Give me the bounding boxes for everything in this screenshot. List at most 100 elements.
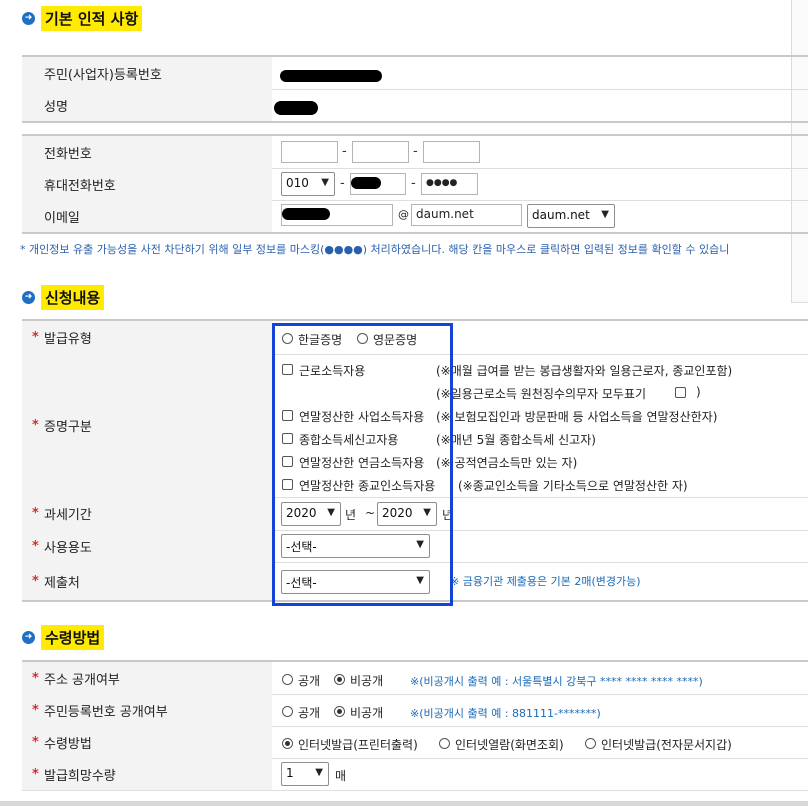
issue-type-korean-radio[interactable] (282, 333, 293, 344)
method-view-radio[interactable] (439, 738, 450, 749)
tax-period-from-value: 2020 (286, 506, 317, 520)
required-mark: * (32, 538, 39, 554)
apply-table: * 발급유형 한글증명 영문증명 * 증명구분 근로소득자용 (※매월 급여를 받는… (22, 319, 808, 602)
required-mark: * (32, 670, 39, 686)
reg-no-label: 주민(사업자)등록번호 (44, 67, 162, 83)
cert-earned-income-note: (※매월 급여를 받는 봉급생활자와 일용근로자, 종교인포함) (436, 364, 733, 378)
cert-earned-income-checkbox[interactable] (282, 364, 293, 375)
email-domain-select-value: daum.net (532, 208, 590, 222)
addr-public-radio[interactable] (282, 674, 293, 685)
mobile-row: 휴대전화번호 010 ▼ - - ●●●● (22, 168, 808, 201)
required-mark: * (32, 702, 39, 718)
tilde: ~ (365, 506, 376, 520)
mobile-dash-2: - (411, 176, 416, 191)
issue-type-english-radio[interactable] (357, 333, 368, 344)
required-mark: * (32, 330, 39, 345)
mobile-middle-redacted (351, 177, 381, 189)
chevron-down-icon: ▼ (601, 209, 609, 220)
method-print-label: 인터넷발급(프린터출력) (298, 738, 418, 752)
cert-business-income-label: 연말정산한 사업소득자용 (299, 410, 425, 424)
cert-global-income-label: 종합소득세신고자용 (299, 433, 399, 447)
phone-dash-2: - (413, 144, 418, 159)
masking-notice: * 개인정보 유출 가능성을 사전 차단하기 위해 일부 정보를 마스킹(●●●… (20, 243, 730, 256)
reg-no-row: 주민(사업자)등록번호 (22, 57, 808, 90)
cert-pension-income-note: (※ 공적연금소득만 있는 자) (436, 456, 578, 470)
submit-to-row: * 제출처 -선택- ▼ ※ 금융기관 제출용은 기본 2매(변경가능) (22, 562, 808, 602)
required-mark: * (32, 766, 39, 782)
method-view-label: 인터넷열람(화면조회) (455, 738, 564, 752)
cert-business-income-note: (※ 보험모집인과 방문판매 등 사업소득을 연말정산한자) (436, 410, 718, 424)
section-basic-header: ➜ 기본 인적 사항 (22, 5, 143, 31)
issue-type-korean-label: 한글증명 (298, 333, 343, 347)
mobile-prefix-select[interactable]: 010 ▼ (281, 172, 335, 196)
cert-pension-income-checkbox[interactable] (282, 456, 293, 467)
method-wallet-radio[interactable] (585, 738, 596, 749)
phone-part3-input[interactable] (423, 141, 480, 163)
issue-count-value: 1 (286, 766, 294, 780)
mobile-last-input[interactable]: ●●●● (421, 173, 478, 195)
addr-private-radio[interactable] (334, 674, 345, 685)
required-mark: * (32, 418, 39, 433)
chevron-down-icon: ▼ (321, 177, 329, 188)
submit-to-note: ※ 금융기관 제출용은 기본 2매(변경가능) (450, 575, 641, 588)
rrn-disclose-row: * 주민등록번호 공개여부 공개 비공개 ※(비공개시 출력 예 : 881111… (22, 694, 808, 727)
section-basic-title: 기본 인적 사항 (41, 5, 143, 31)
method-print-radio[interactable] (282, 738, 293, 749)
mobile-prefix-value: 010 (286, 176, 309, 190)
email-domain-select[interactable]: daum.net ▼ (527, 204, 615, 228)
issue-type-row: * 발급유형 한글증명 영문증명 (22, 321, 808, 355)
arrow-right-circle-icon: ➜ (22, 630, 35, 644)
submit-to-select-value: -선택- (286, 576, 317, 590)
section-apply-header: ➜ 신청내용 (22, 284, 105, 310)
cert-daily-worker-note: (※일용근로소득 원천징수의무자 모두표기 (436, 387, 647, 401)
rrn-disclose-label: 주민등록번호 공개여부 (44, 704, 168, 720)
addr-disclose-row: * 주소 공개여부 공개 비공개 ※(비공개시 출력 예 : 서울특별시 강북구 … (22, 662, 808, 695)
email-domain-input[interactable]: daum.net (411, 204, 522, 226)
issue-count-select[interactable]: 1 ▼ (281, 762, 329, 786)
section-receive-title: 수령방법 (41, 624, 105, 650)
cert-business-income-checkbox[interactable] (282, 410, 293, 421)
cert-type-row: * 증명구분 근로소득자용 (※매월 급여를 받는 봉급생활자와 일용근로자, 종… (22, 354, 808, 498)
mobile-label: 휴대전화번호 (44, 178, 116, 194)
submit-to-select[interactable]: -선택- ▼ (281, 570, 430, 594)
rrn-private-radio[interactable] (334, 706, 345, 717)
chevron-down-icon: ▼ (315, 767, 323, 778)
receive-method-row: * 수령방법 인터넷발급(프린터출력) 인터넷열람(화면조회) 인터넷발급(전자문… (22, 726, 808, 759)
year-unit-to: 년 (442, 508, 454, 522)
mobile-middle-input[interactable] (350, 173, 406, 195)
arrow-right-circle-icon: ➜ (22, 290, 35, 304)
horizontal-scrollbar[interactable] (0, 801, 808, 806)
cert-daily-worker-note-end: ) (696, 385, 701, 399)
phone-label: 전화번호 (44, 146, 92, 162)
email-id-input[interactable] (281, 204, 393, 226)
submit-to-label: 제출처 (44, 575, 80, 591)
chevron-down-icon: ▼ (423, 507, 431, 518)
reg-no-redacted (280, 70, 382, 82)
phone-part1-input[interactable] (281, 141, 338, 163)
issue-count-row: * 발급희망수량 1 ▼ 매 (22, 758, 808, 791)
section-apply-title: 신청내용 (41, 284, 105, 310)
email-label: 이메일 (44, 210, 80, 226)
name-row: 성명 (22, 89, 808, 123)
cert-religious-income-note: (※종교인소득을 기타소득으로 연말정산한 자) (458, 479, 688, 493)
tax-period-from-select[interactable]: 2020 ▼ (281, 502, 341, 526)
usage-select[interactable]: -선택- ▼ (281, 534, 430, 558)
cert-global-income-checkbox[interactable] (282, 433, 293, 444)
email-id-redacted (282, 208, 330, 220)
rrn-public-radio[interactable] (282, 706, 293, 717)
chevron-down-icon: ▼ (327, 507, 335, 518)
chevron-down-icon: ▼ (416, 539, 424, 550)
cert-daily-worker-checkbox[interactable] (675, 387, 686, 398)
section-receive-header: ➜ 수령방법 (22, 624, 105, 650)
cert-religious-income-checkbox[interactable] (282, 479, 293, 490)
contact-table: 전화번호 - - 휴대전화번호 010 ▼ - - ●●●● 이메일 @ dau… (22, 134, 808, 234)
phone-part2-input[interactable] (352, 141, 409, 163)
tax-period-to-select[interactable]: 2020 ▼ (377, 502, 437, 526)
phone-row: 전화번호 - - (22, 136, 808, 169)
required-mark: * (32, 573, 39, 589)
phone-dash-1: - (342, 144, 347, 159)
name-label: 성명 (44, 99, 68, 115)
issue-type-english-label: 영문증명 (373, 333, 418, 347)
basic-table: 주민(사업자)등록번호 성명 (22, 55, 808, 123)
method-wallet-label: 인터넷발급(전자문서지갑) (601, 738, 732, 752)
